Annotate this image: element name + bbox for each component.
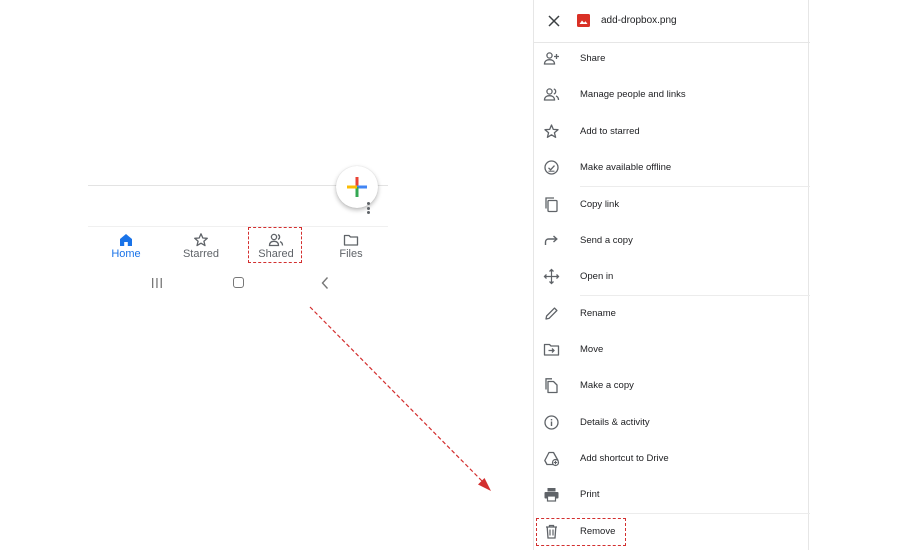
menu-item-label: Share bbox=[580, 53, 606, 64]
file-name: add-dropbox.png bbox=[601, 15, 677, 26]
menu-item-add-shortcut[interactable]: Add shortcut to Drive bbox=[534, 441, 810, 477]
menu-item-label: Move bbox=[580, 344, 604, 355]
close-icon[interactable] bbox=[547, 14, 561, 28]
menu-item-label: Make available offline bbox=[580, 162, 672, 173]
menu-item-label: Copy link bbox=[580, 199, 620, 210]
menu-item-print[interactable]: Print bbox=[534, 477, 810, 513]
file-options-sheet: add-dropbox.png Share Manage people and … bbox=[533, 0, 810, 550]
pencil-icon bbox=[545, 307, 558, 320]
drive-shortcut-icon bbox=[544, 451, 560, 467]
people-icon bbox=[543, 88, 560, 101]
menu-item-rename[interactable]: Rename bbox=[534, 296, 810, 332]
duplicate-icon bbox=[545, 378, 558, 394]
image-file-icon bbox=[577, 14, 590, 27]
menu-item-label: Make a copy bbox=[580, 380, 634, 391]
star-icon bbox=[544, 124, 559, 138]
menu-item-share[interactable]: Share bbox=[534, 41, 810, 77]
menu-item-open-in[interactable]: Open in bbox=[534, 259, 810, 295]
menu-item-send-copy[interactable]: Send a copy bbox=[534, 223, 810, 259]
person-add-icon bbox=[543, 52, 559, 65]
forward-arrow-icon bbox=[544, 235, 558, 245]
sheet-header: add-dropbox.png bbox=[534, 0, 810, 43]
menu-item-move[interactable]: Move bbox=[534, 332, 810, 368]
info-icon bbox=[544, 415, 559, 430]
folder-move-icon bbox=[543, 343, 560, 356]
menu-item-label: Add to starred bbox=[580, 126, 640, 137]
menu-item-manage-people[interactable]: Manage people and links bbox=[534, 77, 810, 113]
menu-item-label: Add shortcut to Drive bbox=[580, 453, 669, 464]
menu-item-add-to-starred[interactable]: Add to starred bbox=[534, 114, 810, 150]
menu-item-label: Manage people and links bbox=[580, 89, 686, 100]
move-arrows-icon bbox=[543, 268, 560, 285]
menu-item-label: Open in bbox=[580, 271, 614, 282]
printer-icon bbox=[544, 488, 559, 502]
menu-item-label: Details & activity bbox=[580, 417, 650, 428]
menu-item-copy-link[interactable]: Copy link bbox=[534, 187, 810, 223]
menu-item-label: Send a copy bbox=[580, 235, 633, 246]
menu-item-make-offline[interactable]: Make available offline bbox=[534, 150, 810, 186]
copy-link-icon bbox=[545, 197, 558, 213]
menu-item-label: Print bbox=[580, 489, 600, 500]
offline-check-icon bbox=[544, 160, 559, 175]
menu-item-label: Rename bbox=[580, 308, 616, 319]
menu-item-make-copy[interactable]: Make a copy bbox=[534, 368, 810, 404]
remove-highlight-box bbox=[536, 518, 626, 546]
menu-item-details-activity[interactable]: Details & activity bbox=[534, 405, 810, 441]
